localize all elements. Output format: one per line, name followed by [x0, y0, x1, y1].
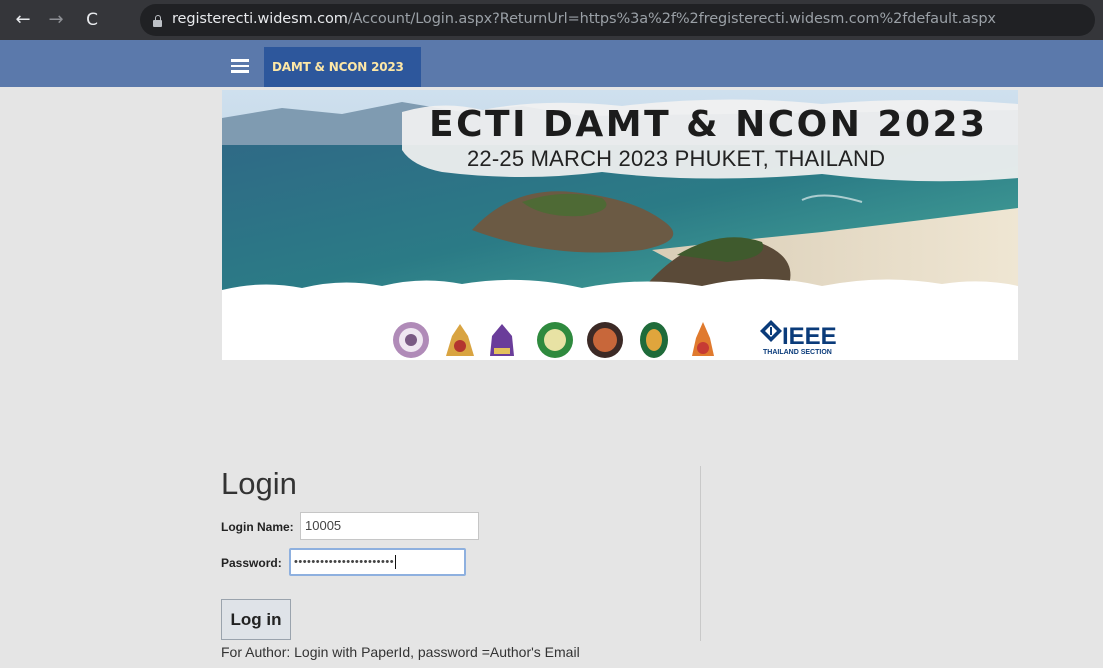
password-input[interactable]: ••••••••••••••••••••••• — [289, 548, 466, 576]
sponsor-logos — [393, 322, 714, 358]
logo-dark-seal-icon-5 — [587, 322, 623, 358]
site-navbar — [0, 40, 1103, 87]
logo-circle-icon-1 — [393, 322, 429, 358]
logo-green-seal-icon-4 — [537, 322, 573, 358]
password-label: Password: — [221, 556, 282, 570]
conference-banner: ECTI DAMT & NCON 2023 22-25 MARCH 2023 P… — [222, 90, 1018, 360]
reload-icon[interactable]: C — [80, 8, 104, 32]
ieee-logo-text: IEEE — [782, 323, 837, 350]
url-path: /Account/Login.aspx?ReturnUrl=https%3a%2… — [347, 11, 996, 27]
password-masked-value: ••••••••••••••••••••••• — [294, 555, 395, 568]
lock-icon[interactable] — [153, 15, 163, 27]
login-button[interactable]: Log in — [221, 599, 291, 640]
brand-link[interactable]: DAMT & NCON 2023 — [264, 47, 421, 87]
logo-crest-icon-2 — [446, 324, 474, 356]
author-login-hint: For Author: Login with PaperId, password… — [221, 644, 580, 660]
hamburger-menu-icon[interactable] — [231, 59, 249, 73]
logo-pagoda-icon-7 — [692, 322, 714, 356]
arrow-left-icon[interactable]: ← — [11, 8, 35, 32]
arrow-right-icon[interactable]: → — [44, 8, 68, 32]
login-name-label: Login Name: — [221, 520, 294, 534]
logo-shield-icon-6 — [640, 322, 668, 358]
banner-title: ECTI DAMT & NCON 2023 — [429, 104, 988, 145]
text-caret — [395, 555, 397, 569]
login-heading: Login — [221, 466, 297, 501]
url-text[interactable]: registerecti.widesm.com/Account/Login.as… — [172, 11, 996, 27]
browser-toolbar: ← → C registerecti.widesm.com/Account/Lo… — [0, 0, 1103, 40]
vertical-divider — [700, 466, 701, 641]
logo-temple-icon-3 — [490, 324, 514, 356]
ieee-logo-subtext: THAILAND SECTION — [763, 349, 832, 356]
banner-subtitle: 22-25 MARCH 2023 PHUKET, THAILAND — [467, 146, 886, 171]
ieee-diamond-icon — [760, 320, 782, 342]
address-bar[interactable]: registerecti.widesm.com/Account/Login.as… — [140, 4, 1095, 36]
url-host: registerecti.widesm.com — [172, 11, 348, 27]
login-name-input[interactable]: 10005 — [300, 512, 479, 540]
